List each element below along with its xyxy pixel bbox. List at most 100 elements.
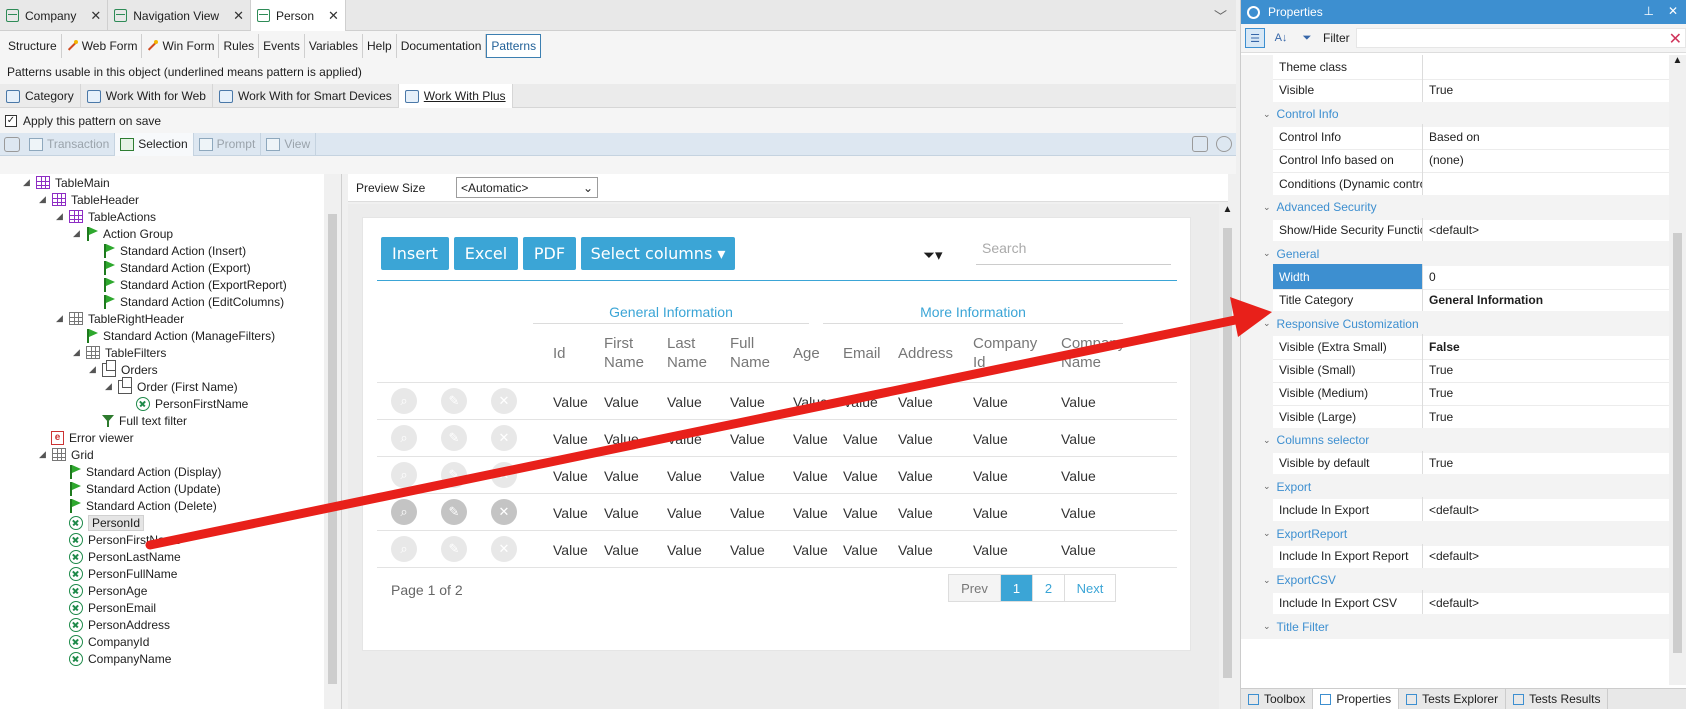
tree-node-companyid[interactable]: CompanyId xyxy=(69,633,149,650)
property-category[interactable]: ⌄ ExportReport xyxy=(1241,521,1669,546)
property-value[interactable]: <default> xyxy=(1423,596,1479,610)
filter-input[interactable] xyxy=(1355,28,1686,48)
section-structure[interactable]: Structure xyxy=(4,33,62,58)
property-row[interactable]: Control Info based on (none) xyxy=(1241,147,1669,174)
close-icon[interactable]: ✕ xyxy=(328,8,339,24)
column-header[interactable]: Last Name xyxy=(667,334,707,372)
doc-tab-company[interactable]: Company ✕ xyxy=(0,0,109,31)
section-documentation[interactable]: Documentation xyxy=(397,33,487,58)
collapse-icon[interactable]: ⌄ xyxy=(1263,575,1271,586)
tree-node-personfullname[interactable]: PersonFullName xyxy=(69,565,177,582)
property-value[interactable]: <default> xyxy=(1423,223,1479,237)
search-input[interactable]: Search xyxy=(976,240,1171,265)
pattern-tab-work-with-plus[interactable]: Work With Plus xyxy=(398,84,513,108)
delete-icon[interactable]: ✕ xyxy=(491,462,517,488)
collapse-icon[interactable]: ⌄ xyxy=(1263,318,1271,329)
property-row[interactable]: Visible (Medium) True xyxy=(1241,380,1669,407)
property-row[interactable]: Title Category General Information xyxy=(1241,287,1669,313)
collapse-icon[interactable]: ⌄ xyxy=(1263,435,1271,446)
tree-node-grid[interactable]: ◢ Grid xyxy=(38,446,94,463)
column-header[interactable]: Full Name xyxy=(730,334,770,372)
sub-tab-view[interactable]: View xyxy=(261,132,317,156)
property-category[interactable]: ⌄ Advanced Security xyxy=(1241,194,1669,220)
apply-pattern-checkbox[interactable]: ✓ xyxy=(5,114,17,127)
property-category[interactable]: ⌄ Control Info xyxy=(1241,101,1669,127)
next-page-button[interactable]: Next xyxy=(1065,575,1115,601)
tree-node-tablefilters[interactable]: ◢ TableFilters xyxy=(72,344,166,361)
close-icon[interactable]: ✕ xyxy=(1668,4,1678,18)
collapse-icon[interactable]: ⌄ xyxy=(1263,481,1271,492)
section-events[interactable]: Events xyxy=(259,33,305,58)
prev-page-button[interactable]: Prev xyxy=(949,575,1001,601)
page-2-button[interactable]: 2 xyxy=(1033,575,1065,601)
filter-icon[interactable]: ⏷▾ xyxy=(923,246,943,264)
tree-node-tablerightheader[interactable]: ◢ TableRightHeader xyxy=(55,310,184,327)
add-element-icon[interactable] xyxy=(1192,136,1208,152)
tool-tab-properties[interactable]: Properties xyxy=(1313,689,1400,709)
sort-alpha-icon[interactable]: A↓ xyxy=(1271,28,1291,48)
property-row[interactable]: Include In Export Report <default> xyxy=(1241,543,1669,570)
sub-tab-selection[interactable]: Selection xyxy=(115,132,194,156)
property-row[interactable]: Theme class xyxy=(1241,55,1669,80)
sub-tab-prompt[interactable]: Prompt xyxy=(194,132,262,156)
tool-tab-toolbox[interactable]: Toolbox xyxy=(1241,689,1314,709)
column-header[interactable]: Address xyxy=(898,344,953,363)
edit-icon[interactable]: ✎ xyxy=(441,425,467,451)
tree-node-action-delete[interactable]: Standard Action (Delete) xyxy=(69,497,217,514)
property-row[interactable]: Control Info Based on xyxy=(1241,124,1669,150)
scrollbar-thumb[interactable] xyxy=(1223,228,1232,678)
select-columns-button[interactable]: Select columns ▾ xyxy=(581,237,735,270)
property-value[interactable]: False xyxy=(1423,340,1460,354)
collapse-icon[interactable]: ◢ xyxy=(55,313,64,324)
property-value[interactable]: True xyxy=(1423,386,1453,400)
pattern-tab-work-with-web[interactable]: Work With for Web xyxy=(81,84,213,108)
pin-icon[interactable]: ⊥ xyxy=(1643,4,1653,18)
property-category[interactable]: ⌄ General xyxy=(1241,241,1669,267)
property-row[interactable]: Visible (Extra Small) False xyxy=(1241,334,1669,360)
tree-node-action-export[interactable]: Standard Action (Export) xyxy=(103,259,251,276)
property-category[interactable]: ⌄ ExportCSV xyxy=(1241,567,1669,593)
tree-node-action-exportreport[interactable]: Standard Action (ExportReport) xyxy=(103,276,287,293)
collapse-icon[interactable]: ⌄ xyxy=(1263,202,1271,213)
gear-icon[interactable] xyxy=(1216,136,1232,152)
tree-node-personid[interactable]: PersonId xyxy=(69,514,145,531)
tree-node-error-viewer[interactable]: e Error viewer xyxy=(51,429,134,446)
property-row[interactable]: Show/Hide Security Functic <default> xyxy=(1241,217,1669,244)
delete-icon[interactable]: ✕ xyxy=(491,388,517,414)
insert-button[interactable]: Insert xyxy=(381,237,449,270)
property-row[interactable]: Width 0 xyxy=(1241,264,1669,290)
tree-node-action-update[interactable]: Standard Action (Update) xyxy=(69,480,221,497)
pattern-tab-category[interactable]: Category xyxy=(0,84,81,108)
collapse-icon[interactable]: ◢ xyxy=(38,194,47,205)
chevron-down-icon[interactable]: ﹀ xyxy=(1214,6,1227,25)
section-patterns[interactable]: Patterns xyxy=(486,33,542,58)
tool-tab-tests-explorer[interactable]: Tests Explorer xyxy=(1399,689,1507,709)
property-value[interactable]: True xyxy=(1423,456,1453,470)
tree-node-action-insert[interactable]: Standard Action (Insert) xyxy=(103,242,246,259)
section-help[interactable]: Help xyxy=(363,33,397,58)
section-web-form[interactable]: Web Form xyxy=(62,33,143,58)
delete-icon[interactable]: ✕ xyxy=(491,536,517,562)
tree-scrollbar[interactable] xyxy=(324,174,341,709)
property-value[interactable]: General Information xyxy=(1423,293,1543,307)
column-header[interactable]: Id xyxy=(553,344,566,363)
collapse-icon[interactable]: ◢ xyxy=(22,177,31,188)
property-row[interactable]: Include In Export CSV <default> xyxy=(1241,590,1669,616)
property-value[interactable]: True xyxy=(1423,363,1453,377)
tree-node-personlastname[interactable]: PersonLastName xyxy=(69,548,181,565)
property-value[interactable]: Based on xyxy=(1423,130,1480,144)
tree-node-personemail[interactable]: PersonEmail xyxy=(69,599,156,616)
section-rules[interactable]: Rules xyxy=(219,33,260,58)
view-icon[interactable]: ⌕ xyxy=(391,536,417,562)
property-value[interactable]: (none) xyxy=(1423,153,1464,167)
collapse-icon[interactable]: ◢ xyxy=(88,364,97,375)
instance-settings-icon[interactable] xyxy=(4,136,20,152)
view-icon[interactable]: ⌕ xyxy=(391,388,417,414)
property-value[interactable]: <default> xyxy=(1423,549,1479,563)
pdf-button[interactable]: PDF xyxy=(523,237,576,270)
doc-tab-navigation-view[interactable]: Navigation View ✕ xyxy=(108,0,251,31)
section-variables[interactable]: Variables xyxy=(305,33,363,58)
view-icon[interactable]: ⌕ xyxy=(391,425,417,451)
sub-tab-transaction[interactable]: Transaction xyxy=(24,132,116,156)
preview-scrollbar[interactable]: ▲ xyxy=(1219,204,1236,709)
